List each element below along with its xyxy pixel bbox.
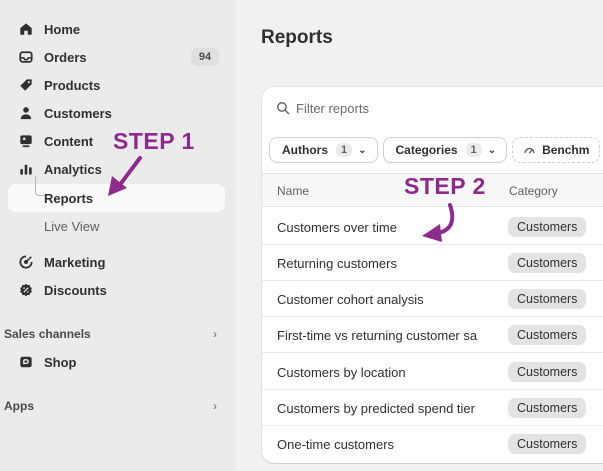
- sidebar-item-label: Marketing: [44, 254, 106, 270]
- table-row[interactable]: Returning customers Customers: [262, 245, 603, 281]
- report-name-link[interactable]: Customers by predicted spend tier: [277, 401, 493, 416]
- sidebar-item-label: Shop: [44, 354, 77, 370]
- table-row[interactable]: Customers by predicted spend tier Custom…: [262, 390, 603, 426]
- category-badge: Customers: [508, 217, 587, 237]
- table-row[interactable]: First-time vs returning customer sa Cust…: [262, 317, 603, 353]
- analytics-icon: [18, 161, 34, 177]
- category-badge: Customers: [508, 289, 587, 309]
- category-badge: Customers: [508, 398, 587, 418]
- report-name-link[interactable]: Customer cohort analysis: [277, 292, 493, 307]
- sidebar-item-customers[interactable]: Customers: [8, 99, 225, 127]
- sidebar-item-reports[interactable]: Reports: [8, 176, 225, 212]
- filter-bar: Authors 1 ⌄ Categories 1 ⌄ Benchm: [269, 137, 601, 163]
- filter-label: Authors: [282, 143, 328, 157]
- table-row[interactable]: Customers over time Customers: [262, 209, 603, 245]
- filter-count-badge: 1: [336, 143, 353, 157]
- chevron-down-icon: ⌄: [358, 144, 367, 156]
- content-icon: [18, 133, 34, 149]
- target-icon: [18, 254, 34, 270]
- search-bar[interactable]: [262, 87, 603, 129]
- orders-count-badge: 94: [191, 48, 219, 66]
- column-header-category[interactable]: Category: [509, 184, 558, 198]
- person-icon: [18, 105, 34, 121]
- report-name-link[interactable]: First-time vs returning customer sa: [277, 328, 493, 343]
- store-icon: [18, 354, 34, 370]
- category-badge: Customers: [508, 362, 587, 382]
- sidebar-item-marketing[interactable]: Marketing: [8, 248, 225, 276]
- sidebar-item-orders[interactable]: Orders 94: [8, 43, 225, 71]
- gauge-icon: [524, 147, 535, 154]
- orders-icon: [18, 49, 34, 65]
- sidebar-item-discounts[interactable]: Discounts: [8, 276, 225, 304]
- category-badge: Customers: [508, 253, 587, 273]
- step-2-annotation: STEP 2: [404, 173, 486, 199]
- chevron-right-icon: ›: [213, 399, 217, 413]
- report-name-link[interactable]: One-time customers: [277, 437, 493, 452]
- home-icon: [18, 21, 34, 37]
- sidebar-item-label: Products: [44, 77, 101, 93]
- filter-count-badge: 1: [465, 143, 482, 157]
- reports-card: Authors 1 ⌄ Categories 1 ⌄ Benchm Name C…: [262, 87, 603, 463]
- discount-icon: [18, 282, 34, 298]
- sidebar-item-label: Home: [44, 21, 81, 37]
- sidebar-item-label: Orders: [44, 49, 87, 65]
- chevron-down-icon: ⌄: [487, 144, 497, 156]
- table-row[interactable]: Customers by location Customers: [262, 354, 603, 390]
- apps-header[interactable]: Apps ›: [4, 395, 225, 417]
- step-1-annotation: STEP 1: [113, 128, 195, 154]
- report-name-link[interactable]: Returning customers: [277, 256, 493, 271]
- category-badge: Customers: [508, 325, 587, 345]
- column-header-name[interactable]: Name: [277, 184, 309, 198]
- search-icon: [277, 102, 290, 115]
- table-row[interactable]: Customer cohort analysis Customers: [262, 281, 603, 317]
- sidebar-item-products[interactable]: Products: [8, 71, 225, 99]
- chevron-right-icon: ›: [213, 327, 217, 341]
- sidebar-item-label: Content: [44, 133, 94, 149]
- table-row[interactable]: One-time customers Customers: [262, 426, 603, 462]
- page-title: Reports: [261, 27, 333, 48]
- category-badge: Customers: [508, 434, 587, 454]
- sidebar-item-live-view[interactable]: Live View: [8, 212, 225, 240]
- filter-label: Benchm: [542, 143, 590, 157]
- report-name-link[interactable]: Customers by location: [277, 365, 493, 380]
- report-name-link[interactable]: Customers over time: [277, 220, 493, 235]
- sidebar-item-label: Analytics: [44, 161, 102, 177]
- search-input[interactable]: [296, 100, 546, 116]
- sub-item-connector: [35, 176, 45, 196]
- section-label: Apps: [4, 399, 34, 413]
- sidebar-item-shop[interactable]: Shop: [8, 348, 225, 376]
- tag-icon: [18, 77, 34, 93]
- sidebar: Home Orders 94 Products Customers Conten…: [0, 0, 236, 471]
- section-label: Sales channels: [4, 327, 91, 341]
- categories-filter[interactable]: Categories 1 ⌄: [382, 137, 508, 163]
- sidebar-item-label: Discounts: [44, 282, 107, 298]
- authors-filter[interactable]: Authors 1 ⌄: [269, 137, 378, 163]
- sales-channels-header[interactable]: Sales channels ›: [4, 323, 225, 345]
- sidebar-item-label: Customers: [44, 105, 112, 121]
- sidebar-item-label: Reports: [44, 190, 94, 206]
- sidebar-item-label: Live View: [44, 218, 100, 234]
- benchmark-filter[interactable]: Benchm: [512, 137, 601, 163]
- sidebar-item-home[interactable]: Home: [8, 15, 225, 43]
- filter-label: Categories: [395, 143, 458, 157]
